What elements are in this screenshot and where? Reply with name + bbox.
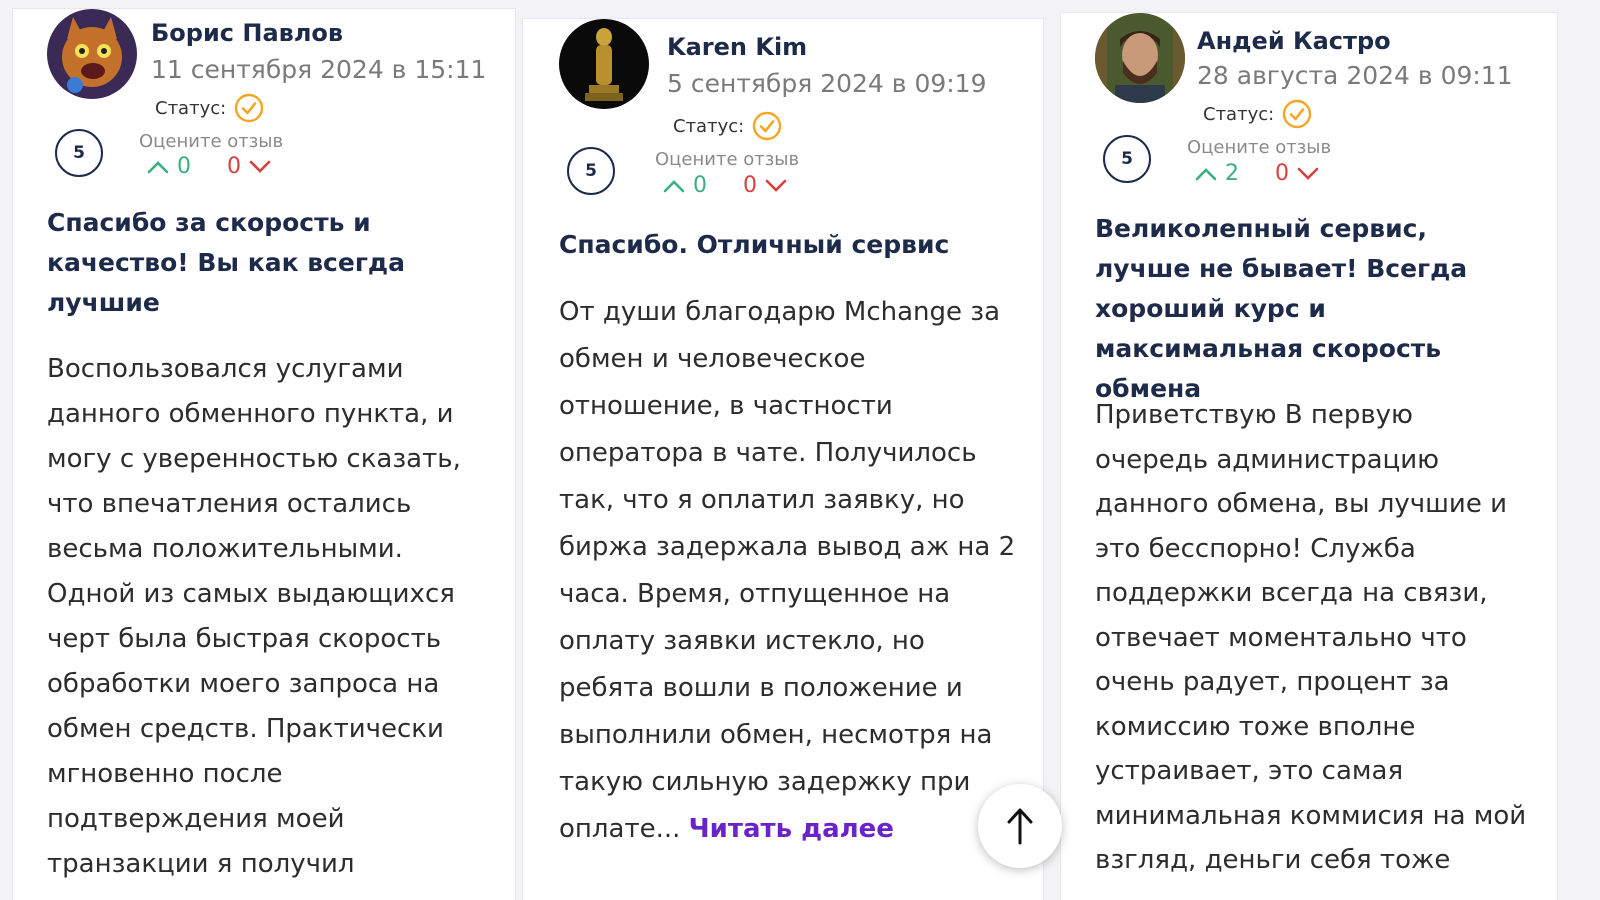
vote-up-button[interactable]: 0 (663, 173, 707, 198)
review-card: Андей Кастро 28 августа 2024 в 09:11 Ста… (1060, 12, 1558, 900)
review-text: Воспользовался услугами данного обменног… (47, 354, 461, 879)
chevron-down-icon (1297, 167, 1319, 181)
chevron-up-icon (1195, 167, 1217, 181)
author-name[interactable]: Андей Кастро (1197, 27, 1391, 55)
status-row: Статус: (1203, 99, 1312, 129)
avatar[interactable] (559, 19, 649, 109)
likes-count: 0 (177, 154, 191, 179)
status-label: Статус: (155, 97, 227, 119)
chevron-down-icon (249, 160, 271, 174)
rating-badge: 5 (567, 147, 615, 195)
review-text-body: От души благодарю Mchange за обмен и чел… (559, 297, 1016, 844)
review-card: Борис Павлов 11 сентября 2024 в 15:11 Ст… (12, 8, 516, 900)
avatar[interactable] (1095, 13, 1185, 103)
review-date: 28 августа 2024 в 09:11 (1197, 61, 1513, 90)
review-date: 11 сентября 2024 в 15:11 (151, 55, 487, 84)
review-title: Великолепный сервис, лучше не бывает! Вс… (1095, 214, 1468, 403)
scroll-to-top-button[interactable] (978, 784, 1062, 868)
arrow-up-icon (1005, 807, 1035, 845)
author-name[interactable]: Борис Павлов (151, 19, 343, 47)
author-name[interactable]: Karen Kim (667, 33, 807, 61)
check-circle-icon (234, 93, 264, 123)
rate-review-label: Оцените отзыв (1187, 137, 1332, 158)
vote-controls: 0 0 (147, 154, 271, 179)
vote-controls: 0 0 (663, 173, 787, 198)
status-row: Статус: (673, 111, 782, 141)
likes-count: 2 (1225, 161, 1239, 186)
vote-up-button[interactable]: 0 (147, 154, 191, 179)
review-card: Karen Kim 5 сентября 2024 в 09:19 Статус… (522, 18, 1044, 900)
vote-up-button[interactable]: 2 (1195, 161, 1239, 186)
status-label: Статус: (673, 115, 745, 137)
read-more-link[interactable]: Читать далее (689, 814, 894, 844)
vote-down-button[interactable]: 0 (1275, 161, 1319, 186)
dislikes-count: 0 (227, 154, 241, 179)
rating-badge: 5 (55, 129, 103, 177)
status-label: Статус: (1203, 103, 1275, 125)
status-row: Статус: (155, 93, 264, 123)
review-title: Спасибо за скорость и качество! Вы как в… (47, 208, 405, 317)
avatar[interactable] (47, 9, 137, 99)
review-text: От души благодарю Mchange за обмен и чел… (559, 289, 1027, 853)
chevron-up-icon (663, 179, 685, 193)
review-text: Приветствую В первую очередь администрац… (1095, 400, 1527, 875)
likes-count: 0 (693, 173, 707, 198)
rate-review-label: Оцените отзыв (139, 131, 284, 152)
chevron-up-icon (147, 160, 169, 174)
check-circle-icon (1282, 99, 1312, 129)
dislikes-count: 0 (743, 173, 757, 198)
vote-controls: 2 0 (1195, 161, 1319, 186)
review-date: 5 сентября 2024 в 09:19 (667, 69, 987, 98)
vote-down-button[interactable]: 0 (743, 173, 787, 198)
dislikes-count: 0 (1275, 161, 1289, 186)
rate-review-label: Оцените отзыв (655, 149, 800, 170)
chevron-down-icon (765, 179, 787, 193)
review-title: Спасибо. Отличный сервис (559, 230, 950, 259)
vote-down-button[interactable]: 0 (227, 154, 271, 179)
rating-badge: 5 (1103, 135, 1151, 183)
check-circle-icon (752, 111, 782, 141)
